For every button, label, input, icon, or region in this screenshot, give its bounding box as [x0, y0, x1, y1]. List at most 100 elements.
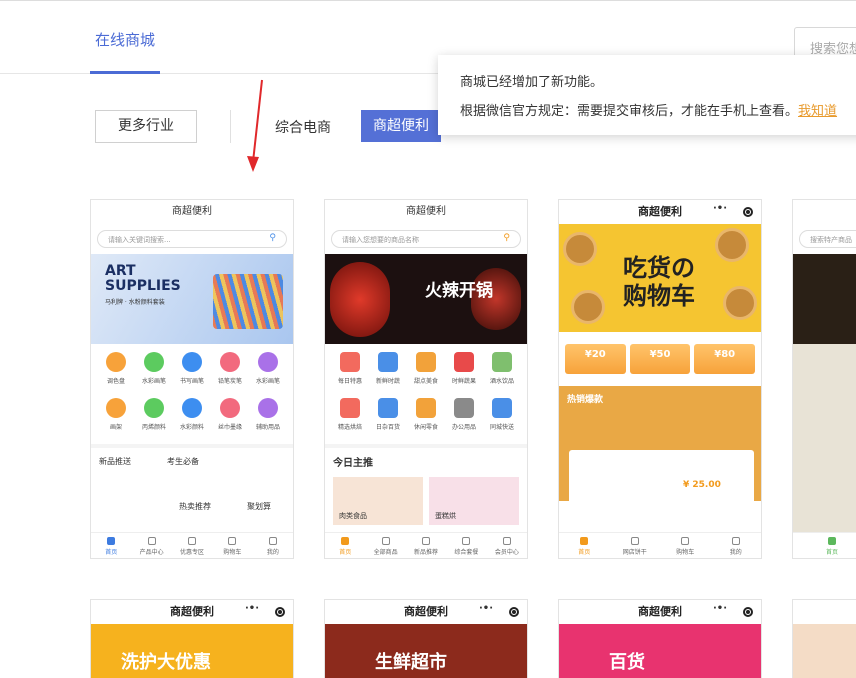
category-ecommerce[interactable]: 综合电商 [275, 117, 331, 137]
category-supermarket[interactable]: 商超便利 [361, 110, 441, 142]
category-icon [492, 352, 512, 372]
home-icon [341, 537, 350, 545]
coupon-row: ¥20 ¥50 ¥80 [559, 332, 761, 386]
tab-cart: 购物车 [212, 533, 252, 558]
coupon[interactable]: ¥80 [694, 344, 756, 374]
tab-label: 首页 [105, 549, 118, 556]
coupon[interactable]: ¥50 [629, 344, 691, 374]
category-icon [258, 398, 278, 418]
user-icon [268, 537, 277, 545]
search-icon: ⚲ [269, 233, 276, 243]
grid-label: 水彩画笔 [255, 378, 280, 385]
grid-label: 调色盘 [106, 378, 125, 385]
item-meat: 肉类食品 [333, 477, 423, 525]
card-title: 商超便利 [172, 206, 212, 217]
more-icon: ·•· [713, 203, 727, 214]
category-grid: 调色盘 水彩画笔 书写画笔 铅笔炭笔 水彩画笔 画架 丙烯颜料 水彩颜料 丝巾墨… [91, 344, 293, 444]
user-icon [502, 537, 511, 545]
grid-label: 书写画笔 [179, 378, 204, 385]
grid-item: 时鲜蔬果 [445, 352, 483, 398]
grid-item: 水彩画笔 [135, 352, 173, 398]
notice-text: 根据微信官方规定：需要提交审核后，才能在手机上查看。 [460, 104, 799, 119]
template-card-3[interactable]: 商超便利 ·•· 吃货の 购物车 ¥20 ¥50 ¥80 热销爆款 ¥ 25.0… [558, 199, 762, 559]
template-card-6[interactable]: 商超便利 ·•· 生鲜超市 [324, 599, 528, 678]
item-cake: 蛋糕烘 [429, 477, 519, 525]
category-grid: 每日特惠 新鲜时蔬 甜点美食 时鲜蔬果 酒水饮品 精选烘焙 日杂百货 休闲零食 … [325, 344, 527, 444]
card-banner: 吃货の 购物车 [559, 224, 761, 332]
tab-member: 会员中心 [487, 533, 527, 558]
template-card-2[interactable]: 商超便利 请输入您想要的商品名称 ⚲ 火辣开锅 每日特惠 新鲜时蔬 甜点美食 时鲜… [324, 199, 528, 559]
grid-item: 酒水饮品 [483, 352, 521, 398]
home-icon [580, 537, 589, 545]
card-tabbar: 首页 网店饼干 购物车 我的 [559, 532, 761, 558]
tab-label: 我的 [266, 549, 279, 556]
tab-label: 购物车 [223, 549, 242, 556]
tag-icon [188, 537, 197, 545]
template-card-5[interactable]: 商超便利 ·•· 洗护大优惠 [90, 599, 294, 678]
more-icon: ·•· [245, 603, 259, 614]
search-icon: ⚲ [503, 233, 510, 243]
mini-program-capsule: ·•· [707, 203, 757, 220]
grid-label: 画架 [109, 424, 122, 431]
category-icon [340, 398, 360, 418]
tab-label: 会员中心 [494, 549, 519, 556]
crayfish-image [330, 262, 390, 337]
more-industries-button[interactable]: 更多行业 [95, 110, 197, 143]
grid-label: 酒水饮品 [489, 378, 514, 385]
banner-title: 吃货の 购物车 [623, 254, 695, 310]
product-box [569, 450, 754, 510]
grid-item: 日杂百货 [369, 398, 407, 444]
tab-cart: 购物车 [660, 533, 711, 558]
tab-online-mall[interactable]: 在线商城 [90, 29, 160, 74]
tab-label: 产品中心 [139, 549, 164, 556]
category-icon [378, 352, 398, 372]
grid-item: 水彩颜料 [173, 398, 211, 444]
grid-item: 休闲零食 [407, 398, 445, 444]
tab-label: 首页 [339, 549, 352, 556]
divider [230, 110, 231, 143]
grid-item: 辅助用品 [249, 398, 287, 444]
mini-program-capsule: ·•· [239, 603, 289, 620]
tab-new: 新品推荐 [406, 533, 446, 558]
template-card-7[interactable]: 商超便利 ·•· 百货 [558, 599, 762, 678]
card-title: 商超便利 [406, 206, 446, 217]
coupon[interactable]: ¥20 [565, 344, 626, 374]
card-tabbar: 首页 全部商品 新品推荐 综合套餐 会员中心 [325, 532, 527, 558]
promo-hot: 热卖推荐 [179, 502, 211, 511]
tab-combo: 综合套餐 [446, 533, 486, 558]
grid-item: 画架 [97, 398, 135, 444]
section-title: 今日主推 [333, 458, 373, 469]
category-icon [182, 398, 202, 418]
grid-label: 时鲜蔬果 [451, 378, 476, 385]
close-icon [743, 207, 753, 217]
grid-icon [147, 537, 156, 545]
grid-item: 办公用品 [445, 398, 483, 444]
home-icon [107, 537, 116, 545]
tab-label: 首页 [825, 549, 838, 556]
grid-item: 每日特惠 [331, 352, 369, 398]
card-search: 搜索特产商品 [799, 230, 856, 248]
category-icon [416, 352, 436, 372]
template-card-4[interactable]: 搜索特产商品 首页 [792, 199, 856, 559]
template-card-1[interactable]: 商超便利 请输入关键词搜索... ⚲ ART SUPPLIES 马利牌 · 水粉颜… [90, 199, 294, 559]
product-price: ¥ 25.00 [683, 480, 721, 490]
grid-label: 休闲零食 [413, 424, 438, 431]
nuts-banner [793, 254, 856, 344]
grid-label: 丝巾墨缘 [217, 424, 242, 431]
mini-program-capsule: ·•· [473, 603, 523, 620]
tab-me: 我的 [711, 533, 762, 558]
tab-label: 新品推荐 [414, 549, 439, 556]
acknowledge-link[interactable]: 我知道 [798, 104, 837, 119]
tab-label: 优惠专区 [180, 549, 205, 556]
category-icon [454, 398, 474, 418]
tab-me: 我的 [253, 533, 293, 558]
grid-item: 同城快送 [483, 398, 521, 444]
category-icon [106, 398, 126, 418]
category-icon [220, 352, 240, 372]
grid-item: 丙烯颜料 [135, 398, 173, 444]
more-icon: ·•· [479, 603, 493, 614]
grid-label: 辅助用品 [255, 424, 280, 431]
grid-label: 每日特惠 [337, 378, 362, 385]
mini-program-capsule: ·•· [707, 603, 757, 620]
template-card-8[interactable] [792, 599, 856, 678]
